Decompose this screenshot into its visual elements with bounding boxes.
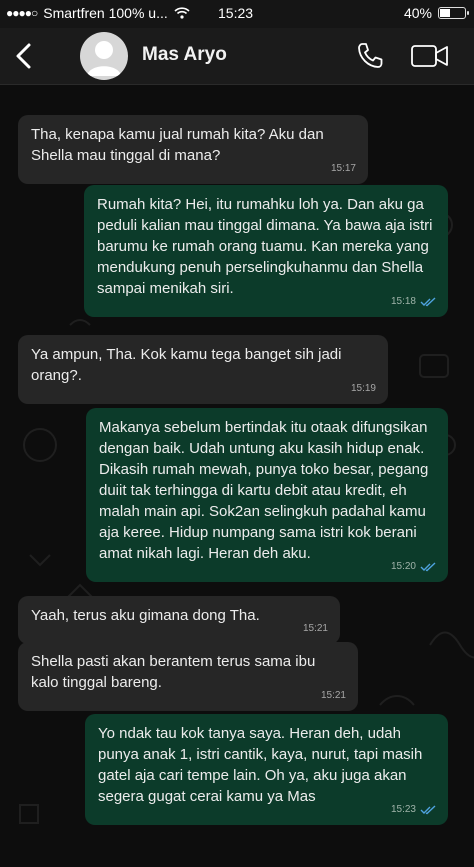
signal-strength-icon: ●●●●○ bbox=[6, 6, 38, 20]
default-avatar-icon bbox=[87, 41, 121, 76]
avatar[interactable] bbox=[80, 32, 128, 80]
double-check-read-icon bbox=[420, 804, 436, 814]
chat-header: Mas Aryo bbox=[0, 28, 474, 85]
message-time: 15:21 bbox=[320, 690, 346, 701]
video-call-icon[interactable] bbox=[410, 42, 450, 70]
message-outgoing[interactable]: Rumah kita? Hei, itu rumahku loh ya. Dan… bbox=[84, 185, 448, 317]
message-incoming[interactable]: Yaah, terus aku gimana dong Tha. 15:21 bbox=[18, 596, 340, 644]
message-text: Makanya sebelum bertindak itu otaak difu… bbox=[99, 419, 429, 562]
message-time: 15:18 bbox=[390, 296, 416, 307]
back-arrow-icon[interactable] bbox=[10, 40, 38, 72]
chat-area[interactable]: Tha, kenapa kamu jual rumah kita? Aku da… bbox=[0, 85, 474, 867]
battery-percent: 40% bbox=[403, 5, 432, 21]
message-outgoing[interactable]: Yo ndak tau kok tanya saya. Heran deh, u… bbox=[85, 714, 448, 825]
status-bar: ●●●●○ Smartfren 100% u... 15:23 40% bbox=[0, 0, 474, 28]
message-incoming[interactable]: Tha, kenapa kamu jual rumah kita? Aku da… bbox=[18, 115, 368, 184]
contact-name[interactable]: Mas Aryo bbox=[142, 44, 227, 66]
phone-call-icon[interactable] bbox=[354, 40, 386, 72]
message-time: 15:19 bbox=[350, 383, 376, 394]
message-text: Tha, kenapa kamu jual rumah kita? Aku da… bbox=[31, 126, 324, 164]
message-text: Yaah, terus aku gimana dong Tha. bbox=[31, 607, 260, 624]
message-time: 15:23 bbox=[390, 804, 416, 815]
message-text: Yo ndak tau kok tanya saya. Heran deh, u… bbox=[98, 725, 423, 805]
wifi-icon bbox=[174, 7, 190, 19]
carrier-label: Smartfren 100% u... bbox=[43, 5, 168, 21]
battery-icon bbox=[438, 7, 469, 19]
message-text: Shella pasti akan berantem terus sama ib… bbox=[31, 653, 316, 691]
message-time: 15:17 bbox=[330, 163, 356, 174]
clock: 15:23 bbox=[218, 5, 254, 21]
message-outgoing[interactable]: Makanya sebelum bertindak itu otaak difu… bbox=[86, 408, 448, 582]
message-text: Ya ampun, Tha. Kok kamu tega banget sih … bbox=[31, 346, 342, 384]
double-check-read-icon bbox=[420, 296, 436, 306]
message-time: 15:21 bbox=[302, 623, 328, 634]
message-time: 15:20 bbox=[390, 561, 416, 572]
message-incoming[interactable]: Shella pasti akan berantem terus sama ib… bbox=[18, 642, 358, 711]
double-check-read-icon bbox=[420, 561, 436, 571]
message-incoming[interactable]: Ya ampun, Tha. Kok kamu tega banget sih … bbox=[18, 335, 388, 404]
message-text: Rumah kita? Hei, itu rumahku loh ya. Dan… bbox=[97, 196, 433, 297]
